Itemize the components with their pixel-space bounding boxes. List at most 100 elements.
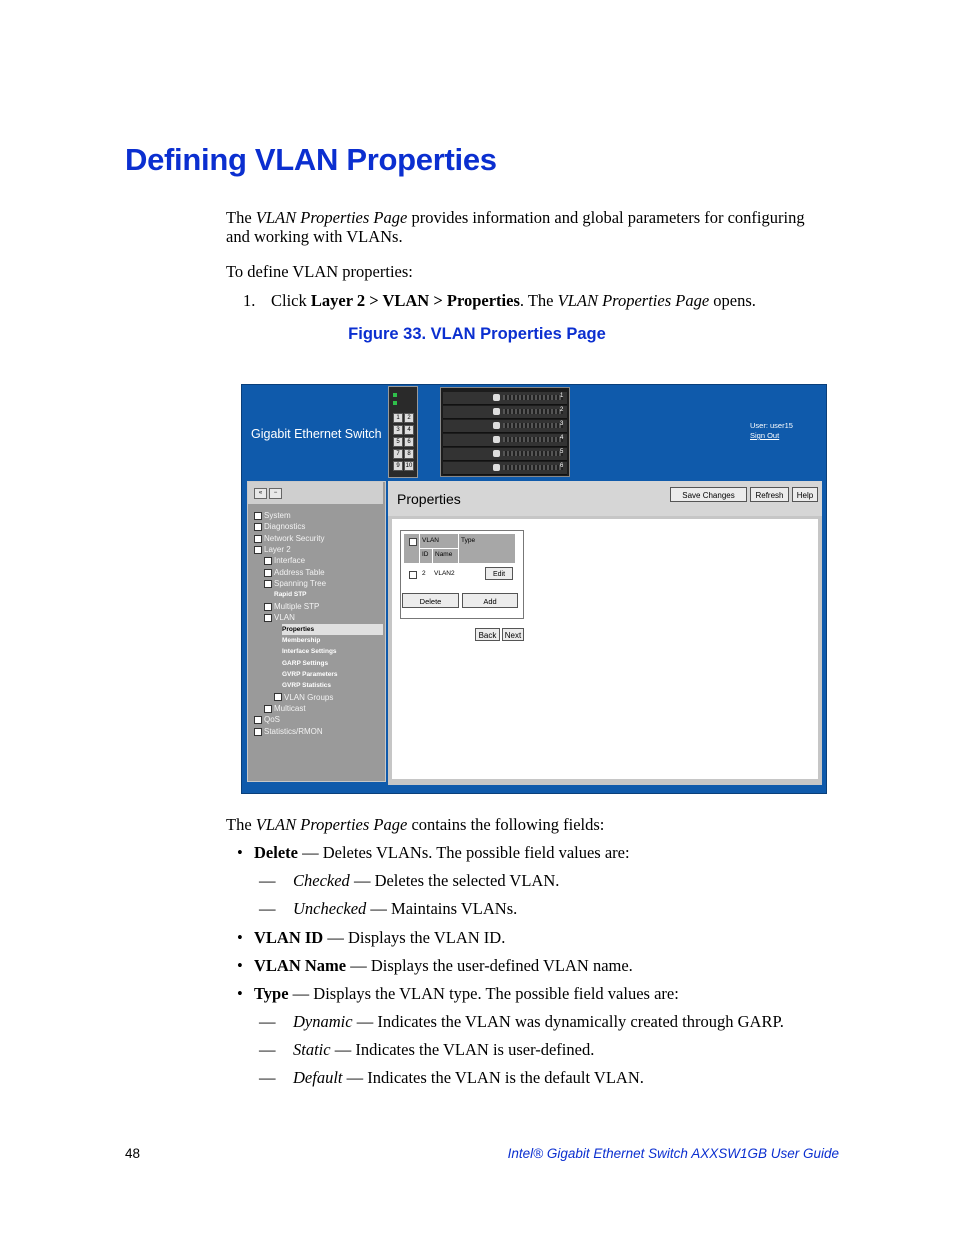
blade-slot[interactable]: [443, 406, 567, 419]
tree-item[interactable]: Diagnostics: [254, 521, 305, 532]
expand-icon[interactable]: [254, 523, 262, 532]
blade-slot[interactable]: [443, 434, 567, 447]
fields-intro-page-name: VLAN Properties Page: [255, 815, 408, 834]
expand-icon[interactable]: [264, 614, 272, 623]
step-pre: Click: [271, 291, 311, 310]
expand-icon[interactable]: [264, 557, 272, 566]
tree-item[interactable]: Spanning Tree: [264, 578, 326, 589]
tree-item-label: GVRP Statistics: [282, 682, 332, 690]
status-led: [393, 393, 397, 397]
properties-title: Properties: [397, 491, 461, 507]
tree-item-label: Address Table: [274, 567, 325, 577]
sign-out-link[interactable]: Sign Out: [750, 431, 779, 440]
tree-item[interactable]: Statistics/RMON: [254, 726, 323, 737]
tree-item[interactable]: Rapid STP: [274, 589, 307, 600]
delete-button[interactable]: Delete: [402, 593, 459, 608]
col-type: Type: [461, 537, 476, 544]
tree-item[interactable]: VLAN Groups: [274, 692, 333, 703]
expand-icon[interactable]: [254, 716, 262, 725]
blade-slot[interactable]: [443, 462, 567, 475]
user-label: User: user15: [750, 421, 793, 430]
vlan-table-header: VLAN Type ID Name: [404, 534, 515, 563]
expand-icon[interactable]: [254, 545, 262, 554]
page-number: 48: [125, 1146, 141, 1161]
blade-slot[interactable]: [443, 420, 567, 433]
row-checkbox[interactable]: [409, 571, 417, 579]
chassis-slot-button[interactable]: 9: [393, 461, 403, 471]
chassis-slot-button[interactable]: 6: [404, 437, 414, 447]
chassis-slot-button[interactable]: 3: [393, 425, 403, 435]
expand-icon[interactable]: [254, 534, 262, 543]
collapse-all-icon[interactable]: «: [254, 488, 267, 499]
intro-pre: The: [226, 208, 256, 227]
minimize-icon[interactable]: −: [269, 488, 282, 499]
intro-post: provides information and global paramete…: [407, 208, 805, 227]
guide-title: Intel® Gigabit Ethernet Switch AXXSW1GB …: [507, 1146, 839, 1161]
navigation-tree: « − System Diagnostics Network Security Lay…: [247, 481, 386, 782]
tree-item-label: GARP Settings: [282, 659, 329, 667]
tree-item[interactable]: GARP Settings: [282, 658, 328, 669]
expand-icon[interactable]: [264, 579, 272, 588]
tree-item[interactable]: Network Security: [254, 533, 324, 544]
row-vlan-name: VLAN2: [434, 570, 455, 577]
field-delete: • Delete — Deletes VLANs. The possible fi…: [237, 843, 630, 862]
blade-numbers: 1 2 3 4 5 6: [560, 393, 564, 469]
tree-item[interactable]: Interface Settings: [282, 646, 337, 657]
chassis-slot-button[interactable]: 4: [404, 425, 414, 435]
tree-item[interactable]: Membership: [282, 635, 320, 646]
step-number: 1.: [243, 291, 256, 310]
intro-line2: and working with VLANs.: [226, 227, 403, 246]
tree-item[interactable]: Layer 2: [254, 544, 291, 555]
blade-server-image: [440, 387, 570, 477]
tree-item[interactable]: Multicast: [264, 703, 306, 714]
save-changes-button[interactable]: Save Changes: [670, 487, 747, 502]
user-info: User: user15 Sign Out: [750, 421, 793, 441]
step-menu-path: Layer 2 > VLAN > Properties: [310, 291, 520, 310]
blade-slot[interactable]: [443, 392, 567, 405]
expand-icon[interactable]: [264, 602, 272, 611]
tree-item[interactable]: Address Table: [264, 567, 325, 578]
back-button[interactable]: Back: [475, 628, 500, 641]
expand-icon[interactable]: [254, 727, 262, 736]
expand-icon[interactable]: [274, 693, 282, 702]
blade-slot[interactable]: [443, 448, 567, 461]
tree-item[interactable]: GVRP Statistics: [282, 680, 331, 691]
tree-item-label: Network Security: [264, 533, 325, 543]
tree-item-label: Spanning Tree: [274, 579, 327, 589]
field-vlan-name: • VLAN Name — Displays the user-defined V…: [237, 956, 633, 975]
field-type: • Type — Displays the VLAN type. The poss…: [237, 984, 679, 1003]
chassis-slot-button[interactable]: 5: [393, 437, 403, 447]
chassis-slot-button[interactable]: 1: [393, 413, 403, 423]
edit-button[interactable]: Edit: [485, 567, 513, 580]
refresh-button[interactable]: Refresh: [750, 487, 789, 502]
fields-intro-pre: The: [226, 815, 256, 834]
main-header: Properties Save Changes Refresh Help: [388, 481, 822, 516]
tree-item[interactable]: Properties: [282, 623, 383, 635]
tree-item[interactable]: GVRP Parameters: [282, 669, 338, 680]
expand-icon[interactable]: [264, 568, 272, 577]
intro-page-name: VLAN Properties Page: [255, 208, 408, 227]
row-vlan-id: 2: [422, 570, 426, 577]
tree-item[interactable]: Interface: [264, 555, 305, 566]
expand-icon[interactable]: [254, 511, 262, 520]
chassis-slot-button[interactable]: 2: [404, 413, 414, 423]
vlan-properties-screenshot: Gigabit Ethernet Switch 1 2 3 4 5 6 7 8 …: [241, 384, 827, 794]
help-button[interactable]: Help: [792, 487, 818, 502]
field-type-static: — Static — Indicates the VLAN is user-def…: [259, 1040, 595, 1059]
switch-brand-label: Gigabit Ethernet Switch: [251, 427, 382, 441]
tree-item-label: Membership: [282, 636, 321, 644]
tree-item-label: QoS: [264, 715, 281, 725]
tree-item[interactable]: QoS: [254, 714, 280, 725]
chassis-slot-button[interactable]: 8: [404, 449, 414, 459]
next-button[interactable]: Next: [502, 628, 524, 641]
field-type-default: — Default — Indicates the VLAN is the def…: [259, 1068, 644, 1087]
add-button[interactable]: Add: [462, 593, 518, 608]
chassis-slot-button[interactable]: 10: [404, 461, 414, 471]
select-all-checkbox[interactable]: [409, 538, 417, 546]
tree-item[interactable]: System: [254, 510, 291, 521]
tree-item-label: Multicast: [274, 703, 306, 713]
expand-icon[interactable]: [264, 704, 272, 713]
chassis-slot-button[interactable]: 7: [393, 449, 403, 459]
tree-item[interactable]: Multiple STP: [264, 601, 319, 612]
tree-item[interactable]: VLAN: [264, 612, 295, 623]
